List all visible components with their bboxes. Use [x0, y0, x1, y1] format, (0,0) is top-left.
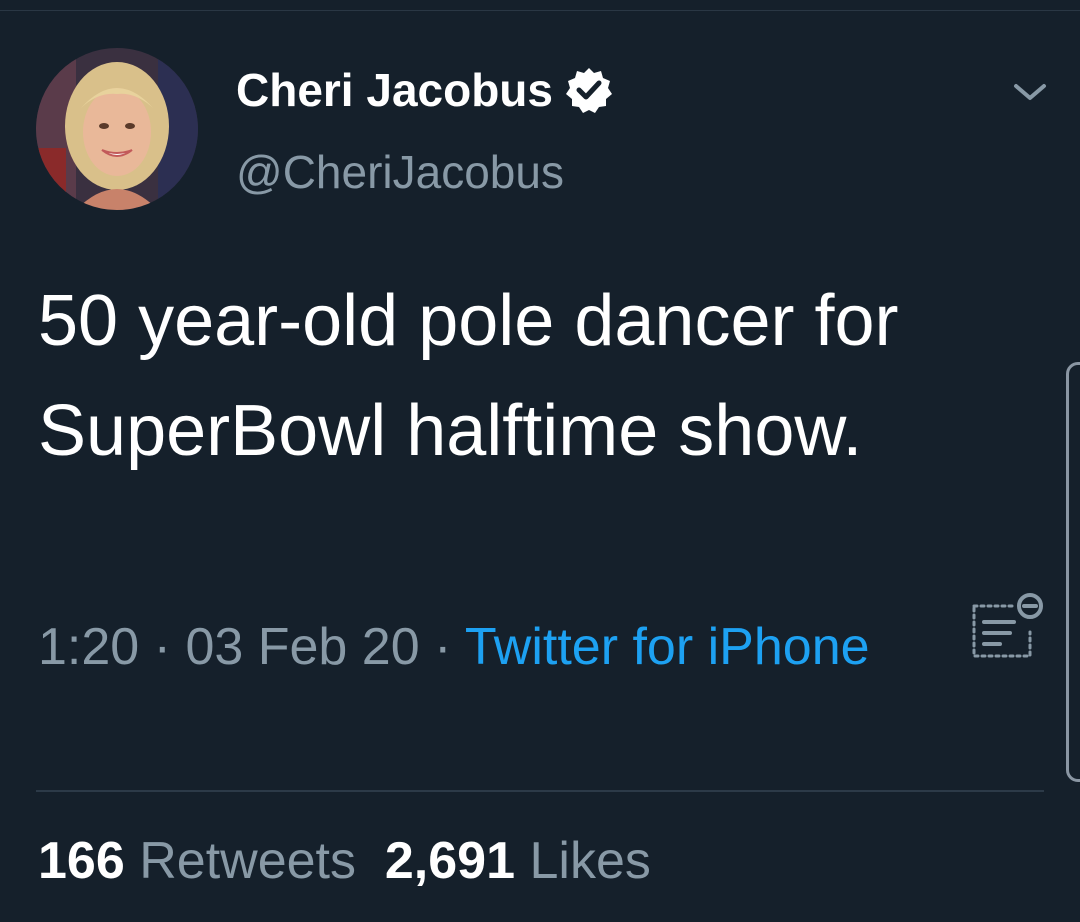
avatar-photo — [36, 48, 198, 210]
likes-stat[interactable]: 2,691 Likes — [385, 826, 651, 896]
retweets-label: Retweets — [139, 832, 356, 890]
tweet-meta: 1:20 · 03 Feb 20 · Twitter for iPhone — [38, 608, 898, 686]
tweet-stats: 166 Retweets 2,691 Likes — [38, 826, 651, 896]
tweet-date: 03 Feb 20 — [185, 618, 420, 676]
scrollbar[interactable] — [1066, 362, 1080, 782]
verified-badge-icon — [566, 68, 612, 113]
meta-separator: · — [139, 618, 186, 676]
tweet-source-link[interactable]: Twitter for iPhone — [465, 618, 870, 676]
display-name[interactable]: Cheri Jacobus — [236, 62, 553, 118]
display-name-row[interactable]: Cheri Jacobus — [236, 62, 613, 118]
tweet-time: 1:20 — [38, 618, 140, 676]
stats-divider — [36, 790, 1044, 792]
user-handle[interactable]: @CheriJacobus — [236, 142, 564, 202]
meta-separator: · — [419, 618, 465, 676]
retweets-count: 166 — [38, 832, 125, 890]
translate-icon[interactable] — [970, 592, 1046, 664]
retweets-stat[interactable]: 166 Retweets — [38, 826, 356, 896]
avatar[interactable] — [36, 48, 198, 210]
tweet-text: 50 year-old pole dancer for SuperBowl ha… — [38, 281, 899, 471]
top-divider — [0, 10, 1080, 11]
likes-count: 2,691 — [384, 832, 516, 890]
likes-label: Likes — [529, 832, 651, 890]
chevron-down-icon[interactable] — [1010, 78, 1050, 106]
